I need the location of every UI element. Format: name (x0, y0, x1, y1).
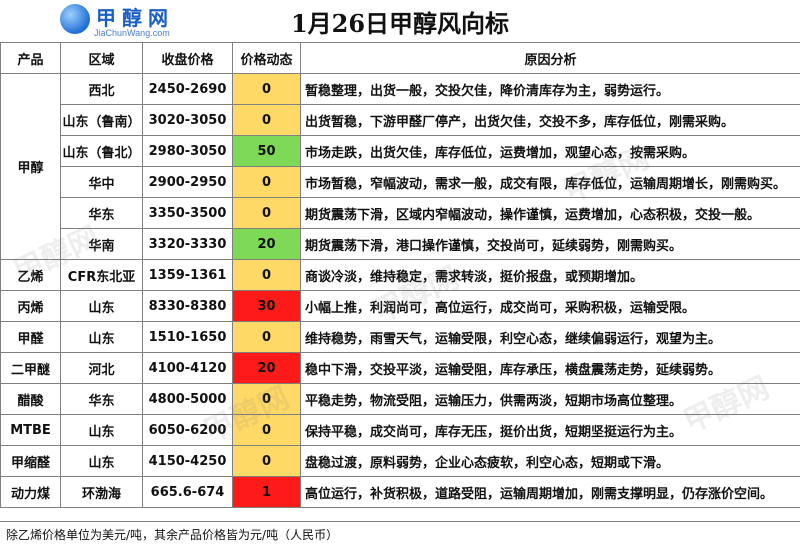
cell-region: 山东 (61, 415, 143, 446)
col-header-price: 收盘价格 (143, 43, 233, 74)
wind-table: 产品 区域 收盘价格 价格动态 原因分析 甲醇西北2450-26900暂稳整理，… (0, 42, 800, 508)
table-row: 华南3320-333020期货震荡下滑，港口操作谨慎，交投尚可，延续弱势，刚需购… (1, 229, 800, 260)
cell-price: 4800-5000 (143, 384, 233, 415)
cell-change: 0 (233, 198, 301, 229)
cell-region: 华东 (61, 198, 143, 229)
cell-price: 1359-1361 (143, 260, 233, 291)
cell-region: CFR东北亚 (61, 260, 143, 291)
cell-region: 华中 (61, 167, 143, 198)
cell-region: 山东（鲁北） (61, 136, 143, 167)
cell-analysis: 保持平稳，成交尚可，库存无压，挺价出货，短期坚挺运行为主。 (301, 415, 800, 446)
cell-region: 山东（鲁南） (61, 105, 143, 136)
cell-product: 醋酸 (1, 384, 61, 415)
cell-price: 3320-3330 (143, 229, 233, 260)
cell-change: 30 (233, 291, 301, 322)
globe-icon (60, 4, 90, 34)
table-row: 甲醇西北2450-26900暂稳整理，出货一般，交投欠佳，降价清库存为主，弱势运… (1, 74, 800, 105)
table-row: 乙烯CFR东北亚1359-13610商谈冷淡，维持稳定，需求转淡，挺价报盘，或预… (1, 260, 800, 291)
cell-product: 甲醇 (1, 74, 61, 260)
table-row: 华东3350-35000期货震荡下滑，区域内窄幅波动，操作谨慎，运费增加，心态积… (1, 198, 800, 229)
col-header-region: 区域 (61, 43, 143, 74)
logo-text: 甲醇网 (96, 2, 174, 31)
cell-analysis: 暂稳整理，出货一般，交投欠佳，降价清库存为主，弱势运行。 (301, 74, 800, 105)
cell-analysis: 小幅上推，利润尚可，高位运行，成交尚可，采购积极，运输受限。 (301, 291, 800, 322)
col-header-analysis: 原因分析 (301, 43, 800, 74)
cell-product: MTBE (1, 415, 61, 446)
cell-price: 3350-3500 (143, 198, 233, 229)
header: 1月26日甲醇风向标 甲醇网 JiaChunWang.com (0, 0, 800, 42)
cell-change: 50 (233, 136, 301, 167)
table-row: 山东（鲁北）2980-305050市场走跌，出货欠佳，库存低位，运费增加，观望心… (1, 136, 800, 167)
cell-price: 1510-1650 (143, 322, 233, 353)
cell-region: 华南 (61, 229, 143, 260)
cell-analysis: 高位运行，补货积极，道路受阻，运输周期增加，刚需支撑明显，仍存涨价空间。 (301, 477, 800, 508)
cell-analysis: 稳中下滑，交投平淡，运输受阻，库存承压，横盘震荡走势，延续弱势。 (301, 353, 800, 384)
cell-change: 0 (233, 384, 301, 415)
cell-analysis: 市场走跌，出货欠佳，库存低位，运费增加，观望心态，按需采购。 (301, 136, 800, 167)
table-row: 醋酸华东4800-50000平稳走势，物流受阻，运输压力，供需两淡，短期市场高位… (1, 384, 800, 415)
cell-change: 0 (233, 415, 301, 446)
cell-change: 20 (233, 353, 301, 384)
table-row: 甲醛山东1510-16500维持稳势，雨雪天气，运输受限，利空心态，继续偏弱运行… (1, 322, 800, 353)
cell-change: 0 (233, 167, 301, 198)
cell-region: 西北 (61, 74, 143, 105)
col-header-change: 价格动态 (233, 43, 301, 74)
table-row: MTBE山东6050-62000保持平稳，成交尚可，库存无压，挺价出货，短期坚挺… (1, 415, 800, 446)
cell-price: 8330-8380 (143, 291, 233, 322)
cell-product: 二甲醚 (1, 353, 61, 384)
cell-price: 2900-2950 (143, 167, 233, 198)
table-row: 二甲醚河北4100-412020稳中下滑，交投平淡，运输受阻，库存承压，横盘震荡… (1, 353, 800, 384)
cell-analysis: 期货震荡下滑，港口操作谨慎，交投尚可，延续弱势，刚需购买。 (301, 229, 800, 260)
cell-analysis: 期货震荡下滑，区域内窄幅波动，操作谨慎，运费增加，心态积极，交投一般。 (301, 198, 800, 229)
col-header-product: 产品 (1, 43, 61, 74)
cell-region: 山东 (61, 322, 143, 353)
table-row: 山东（鲁南）3020-30500出货暂稳，下游甲醛厂停产，出货欠佳，交投不多，库… (1, 105, 800, 136)
cell-change: 1 (233, 477, 301, 508)
cell-price: 3020-3050 (143, 105, 233, 136)
cell-analysis: 盘稳过渡，原料弱势，企业心态疲软，利空心态，短期或下滑。 (301, 446, 800, 477)
cell-region: 河北 (61, 353, 143, 384)
cell-region: 环渤海 (61, 477, 143, 508)
table-row: 甲缩醛山东4150-42500盘稳过渡，原料弱势，企业心态疲软，利空心态，短期或… (1, 446, 800, 477)
cell-product: 甲缩醛 (1, 446, 61, 477)
logo-url: JiaChunWang.com (94, 28, 170, 38)
logo: 甲醇网 JiaChunWang.com (60, 2, 180, 40)
cell-price: 6050-6200 (143, 415, 233, 446)
cell-analysis: 平稳走势，物流受阻，运输压力，供需两淡，短期市场高位整理。 (301, 384, 800, 415)
cell-change: 20 (233, 229, 301, 260)
cell-change: 0 (233, 105, 301, 136)
cell-product: 甲醛 (1, 322, 61, 353)
cell-region: 山东 (61, 446, 143, 477)
cell-price: 2450-2690 (143, 74, 233, 105)
cell-analysis: 出货暂稳，下游甲醛厂停产，出货欠佳，交投不多，库存低位，刚需采购。 (301, 105, 800, 136)
cell-region: 山东 (61, 291, 143, 322)
cell-change: 0 (233, 260, 301, 291)
cell-change: 0 (233, 74, 301, 105)
table-row: 动力煤环渤海665.6-6741高位运行，补货积极，道路受阻，运输周期增加，刚需… (1, 477, 800, 508)
footer-note: 除乙烯价格单位为美元/吨，其余产品价格皆为元/吨（人民币） (0, 521, 800, 547)
cell-price: 2980-3050 (143, 136, 233, 167)
table-row: 丙烯山东8330-838030小幅上推，利润尚可，高位运行，成交尚可，采购积极，… (1, 291, 800, 322)
cell-product: 乙烯 (1, 260, 61, 291)
cell-region: 华东 (61, 384, 143, 415)
table-row: 华中2900-29500市场暂稳，窄幅波动，需求一般，成交有限，库存低位，运输周… (1, 167, 800, 198)
cell-change: 0 (233, 322, 301, 353)
cell-price: 4100-4120 (143, 353, 233, 384)
cell-analysis: 商谈冷淡，维持稳定，需求转淡，挺价报盘，或预期增加。 (301, 260, 800, 291)
cell-analysis: 市场暂稳，窄幅波动，需求一般，成交有限，库存低位，运输周期增长，刚需购买。 (301, 167, 800, 198)
cell-change: 0 (233, 446, 301, 477)
cell-price: 4150-4250 (143, 446, 233, 477)
cell-price: 665.6-674 (143, 477, 233, 508)
cell-analysis: 维持稳势，雨雪天气，运输受限，利空心态，继续偏弱运行，观望为主。 (301, 322, 800, 353)
cell-product: 动力煤 (1, 477, 61, 508)
table-header-row: 产品 区域 收盘价格 价格动态 原因分析 (1, 43, 800, 74)
cell-product: 丙烯 (1, 291, 61, 322)
